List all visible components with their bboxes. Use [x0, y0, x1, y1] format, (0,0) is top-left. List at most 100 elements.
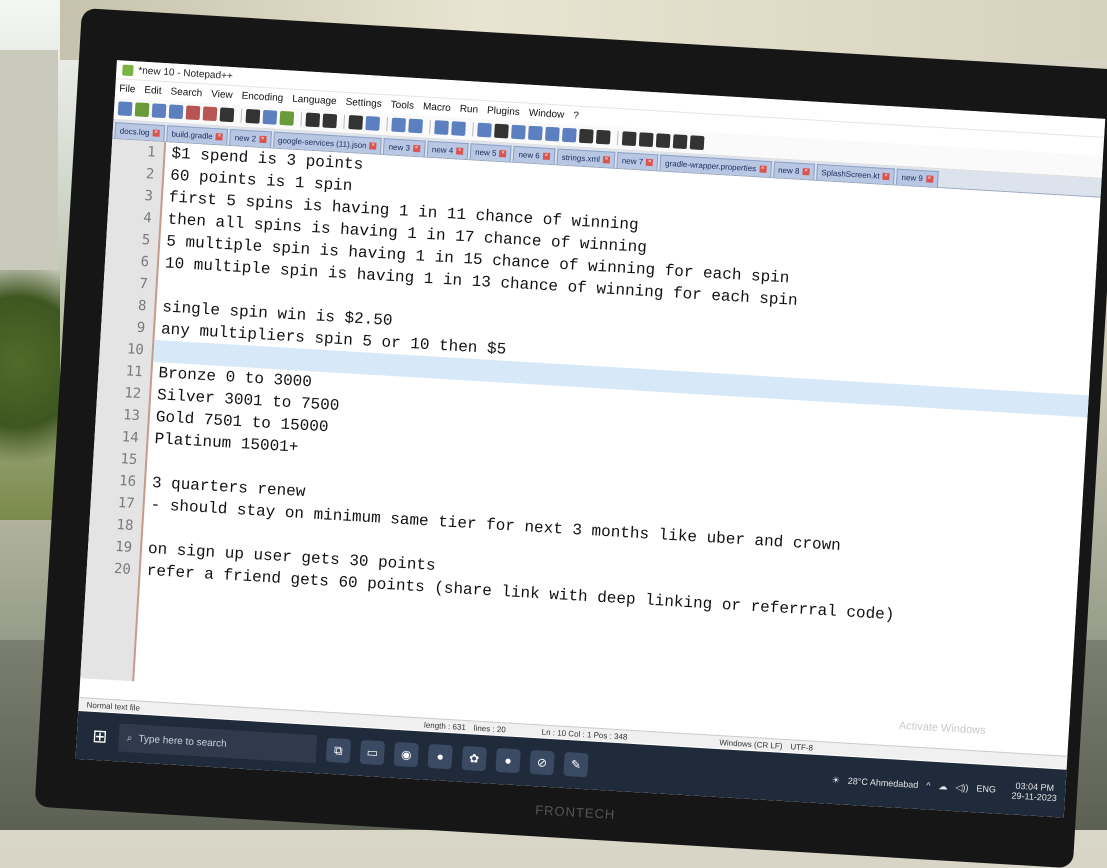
- run-macro-multiple-icon[interactable]: [672, 134, 688, 150]
- app-icon[interactable]: ⊘: [529, 749, 555, 776]
- line-number: 8: [137, 297, 147, 315]
- notepadpp-taskbar-icon[interactable]: ✎: [563, 751, 589, 778]
- menu-item[interactable]: ?: [573, 110, 579, 121]
- menu-item[interactable]: Search: [170, 86, 202, 99]
- tab-close-icon[interactable]: ×: [925, 175, 934, 183]
- weather-icon: ☀: [831, 774, 841, 785]
- file-explorer-icon[interactable]: ▭: [359, 739, 386, 766]
- save-icon[interactable]: [151, 103, 167, 119]
- print-icon[interactable]: [219, 107, 235, 123]
- menu-item[interactable]: File: [119, 83, 136, 95]
- menu-item[interactable]: Window: [528, 107, 564, 120]
- document-map-icon[interactable]: [544, 126, 560, 142]
- tab-close-icon[interactable]: ×: [542, 152, 550, 160]
- clock[interactable]: 03:04 PM 29-11-2023: [1003, 780, 1057, 803]
- task-view-icon[interactable]: ⧉: [325, 737, 352, 764]
- editor-tab[interactable]: new 5 ×: [469, 143, 512, 162]
- toolbar-separator: [616, 130, 619, 146]
- editor-tab[interactable]: new 6 ×: [513, 145, 556, 165]
- menu-item[interactable]: Encoding: [241, 90, 283, 103]
- undo-icon[interactable]: [305, 112, 321, 128]
- editor-tab[interactable]: new 2 ×: [229, 129, 272, 148]
- tab-label: docs.log: [119, 126, 150, 138]
- tab-close-icon[interactable]: ×: [882, 172, 890, 181]
- save-all-icon[interactable]: [168, 104, 184, 120]
- tab-close-icon[interactable]: ×: [412, 144, 421, 153]
- line-number: 4: [142, 210, 153, 227]
- language-indicator[interactable]: ENG: [976, 783, 996, 794]
- chrome-icon[interactable]: ◉: [393, 741, 419, 768]
- tab-close-icon[interactable]: ×: [456, 147, 464, 155]
- paste-icon[interactable]: [279, 110, 295, 126]
- tab-close-icon[interactable]: ×: [758, 165, 767, 173]
- tab-close-icon[interactable]: ×: [215, 133, 223, 141]
- find-icon[interactable]: [348, 115, 364, 130]
- windows-start-icon[interactable]: ⊞: [86, 723, 113, 750]
- new-file-icon[interactable]: [117, 101, 133, 117]
- editor[interactable]: 1 2 3 4 5 6 7 8 9 10 11 12 13 14 15 16 17 18 19 20 $1 spend…: [80, 139, 1101, 737]
- line-number: 17: [117, 495, 136, 512]
- play-macro-icon[interactable]: [655, 133, 671, 149]
- sync-horizontal-icon[interactable]: [451, 121, 466, 136]
- editor-tab[interactable]: new 7 ×: [616, 152, 659, 171]
- monitoring-icon[interactable]: [595, 129, 611, 145]
- app-icon[interactable]: ●: [495, 747, 521, 774]
- weather-text[interactable]: 28°C Ahmedabad: [848, 776, 919, 790]
- editor-tab[interactable]: new 8 ×: [772, 161, 815, 180]
- tab-label: new 2: [234, 133, 257, 144]
- editor-tab[interactable]: new 4 ×: [426, 140, 469, 160]
- tab-label: new 9: [901, 172, 924, 184]
- tab-close-icon[interactable]: ×: [602, 156, 611, 164]
- line-number: 11: [125, 363, 143, 381]
- app-icon[interactable]: ✿: [461, 745, 487, 772]
- stop-macro-icon[interactable]: [638, 132, 654, 148]
- sync-vertical-icon[interactable]: [434, 120, 449, 135]
- tab-label: new 5: [474, 147, 497, 158]
- editor-tab[interactable]: new 3 ×: [383, 138, 426, 157]
- network-icon[interactable]: ☁: [938, 781, 948, 793]
- zoom-out-icon[interactable]: [408, 118, 423, 134]
- menu-item[interactable]: Tools: [390, 99, 414, 111]
- screen: *new 10 - Notepad++ File Edit Search View En…: [75, 60, 1106, 818]
- menu-item[interactable]: Run: [459, 103, 478, 115]
- show-all-chars-icon[interactable]: [494, 123, 509, 139]
- close-icon[interactable]: [185, 105, 201, 121]
- text-area[interactable]: $1 spend is 3 points 60 points is 1 spin f…: [134, 142, 1100, 737]
- tab-close-icon[interactable]: ×: [802, 168, 810, 176]
- status-eol: Windows (CR LF): [719, 737, 783, 751]
- app-icon[interactable]: ●: [427, 743, 453, 770]
- volume-icon[interactable]: ◁)): [955, 782, 968, 794]
- redo-icon[interactable]: [322, 113, 338, 129]
- save-macro-icon[interactable]: [689, 135, 705, 151]
- toolbar-separator: [343, 114, 346, 129]
- menu-item[interactable]: Edit: [144, 84, 162, 96]
- editor-tab[interactable]: new 9 ×: [896, 168, 939, 188]
- tab-close-icon[interactable]: ×: [258, 135, 267, 144]
- replace-icon[interactable]: [365, 116, 381, 131]
- tab-label: new 6: [518, 150, 541, 161]
- menu-item[interactable]: Plugins: [487, 105, 520, 118]
- word-wrap-icon[interactable]: [477, 122, 492, 138]
- tab-close-icon[interactable]: ×: [499, 150, 507, 158]
- indent-guide-icon[interactable]: [511, 124, 526, 140]
- language-icon[interactable]: [527, 125, 543, 141]
- menu-item[interactable]: Settings: [345, 96, 382, 109]
- editor-tab[interactable]: docs.log ×: [114, 122, 165, 142]
- function-list-icon[interactable]: [561, 127, 577, 143]
- tab-close-icon[interactable]: ×: [369, 142, 377, 150]
- open-file-icon[interactable]: [134, 102, 150, 118]
- tab-close-icon[interactable]: ×: [645, 158, 654, 167]
- folder-workspace-icon[interactable]: [578, 128, 594, 144]
- zoom-in-icon[interactable]: [391, 117, 407, 133]
- cut-icon[interactable]: [245, 108, 261, 124]
- copy-icon[interactable]: [262, 109, 278, 125]
- toolbar-separator: [472, 122, 474, 137]
- menu-item[interactable]: Macro: [423, 101, 451, 114]
- record-macro-icon[interactable]: [621, 131, 637, 147]
- tab-close-icon[interactable]: ×: [152, 129, 160, 137]
- menu-item[interactable]: Language: [292, 93, 337, 107]
- taskbar-search-box[interactable]: ⌕ Type here to search: [117, 723, 318, 764]
- menu-item[interactable]: View: [211, 88, 233, 100]
- tray-chevron-icon[interactable]: ^: [926, 780, 931, 790]
- close-all-icon[interactable]: [202, 106, 218, 122]
